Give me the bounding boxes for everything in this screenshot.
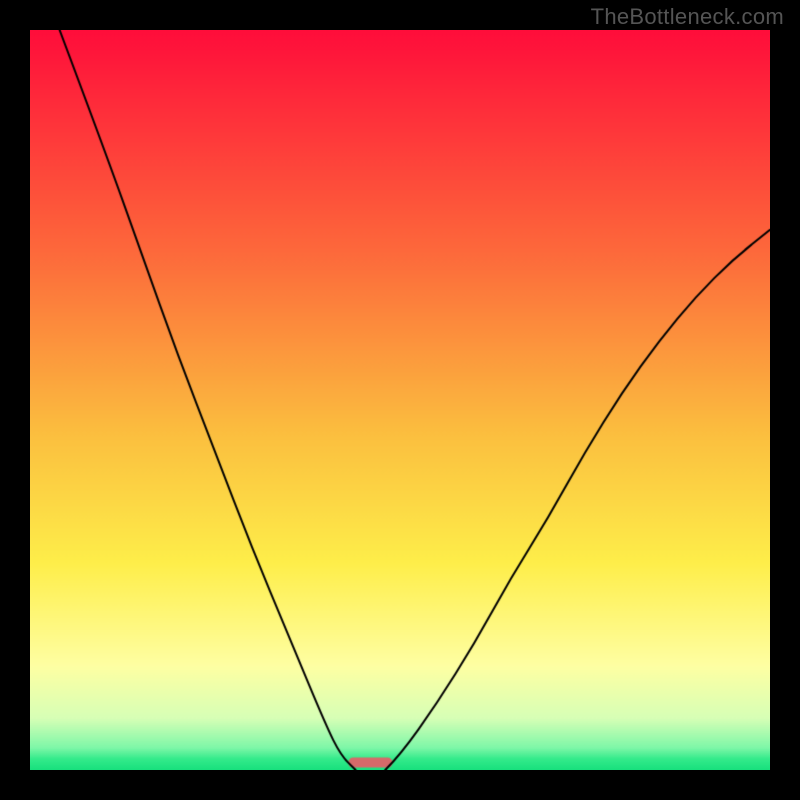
chart-outer-frame: TheBottleneck.com <box>0 0 800 800</box>
plot-area <box>30 30 770 770</box>
bottleneck-curve-canvas <box>30 30 770 770</box>
watermark-text: TheBottleneck.com <box>591 4 784 30</box>
